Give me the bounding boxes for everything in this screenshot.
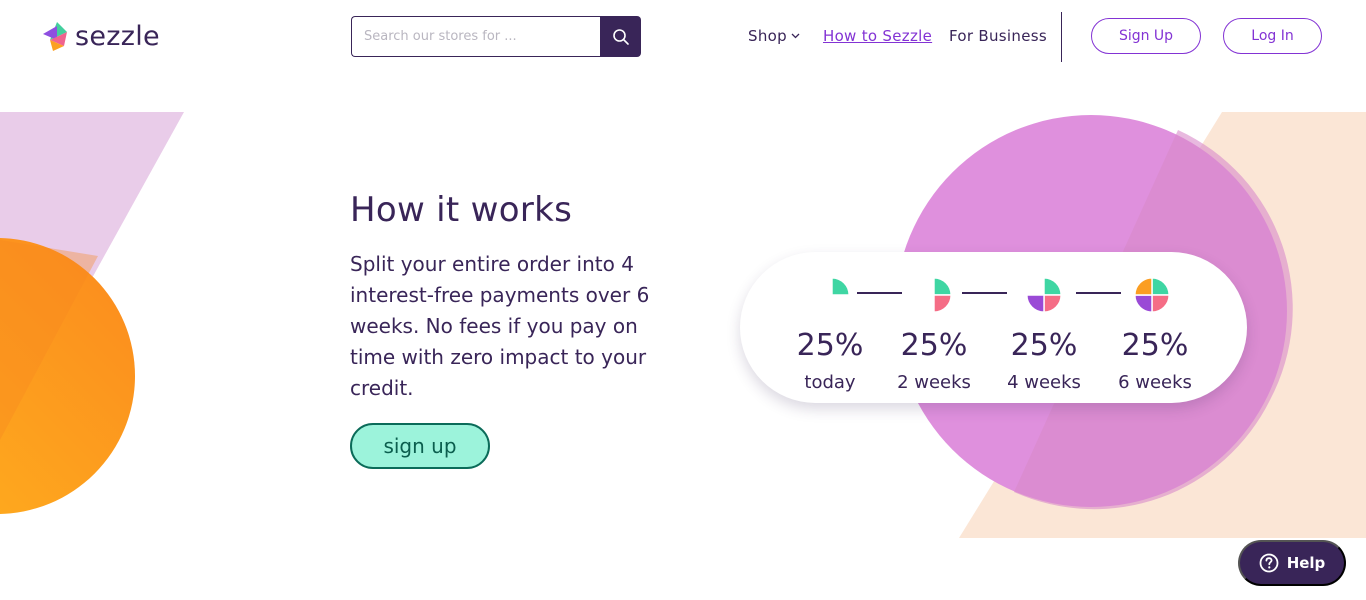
payment-pie-icon-2 [933, 277, 952, 313]
hero-sign-up-button[interactable]: sign up [350, 423, 490, 469]
schedule-connector [962, 292, 1007, 294]
payment-schedule-card: 25% 25% 25% 25% today 2 weeks 4 weeks 6 … [740, 252, 1247, 403]
search-input[interactable] [351, 16, 600, 57]
payment-pie-icon-1 [831, 277, 850, 296]
payment-percent: 25% [796, 328, 864, 363]
pie-slice-bottom-right [933, 294, 952, 313]
help-button[interactable]: Help [1238, 540, 1346, 586]
search-icon [612, 28, 629, 45]
pie-slice-bottom-left [1026, 294, 1045, 313]
nav-divider [1061, 12, 1062, 62]
help-label: Help [1286, 554, 1326, 572]
chevron-down-icon [791, 33, 800, 39]
schedule-connector [1076, 292, 1121, 294]
payment-percent: 25% [1121, 328, 1189, 363]
pie-slice-top-right [831, 277, 850, 296]
hero-title: How it works [350, 190, 573, 230]
schedule-connector [857, 292, 902, 294]
payment-percent: 25% [1010, 328, 1078, 363]
nav-shop[interactable]: Shop [748, 24, 800, 48]
question-icon [1259, 553, 1279, 573]
nav-for-business[interactable]: For Business [949, 24, 1047, 48]
logo-wordmark: sezzle [75, 21, 160, 52]
pie-slice-top-right [933, 277, 952, 296]
orange-circle-shape [0, 238, 135, 514]
sezzle-logo[interactable]: sezzle [40, 20, 160, 54]
payment-due-label: 2 weeks [897, 372, 971, 393]
pie-slice-top-right [1151, 277, 1170, 296]
payment-percent: 25% [900, 328, 968, 363]
payment-due-label: 6 weeks [1118, 372, 1192, 393]
store-search [351, 16, 641, 57]
nav-how-to-sezzle[interactable]: How to Sezzle [823, 24, 932, 48]
pie-slice-top-right [1043, 277, 1062, 296]
pie-slice-bottom-right [1043, 294, 1062, 313]
payment-due-label: today [804, 372, 856, 393]
hero-description: Split your entire order into 4 interest-… [350, 252, 650, 400]
pie-slice-top-left [1134, 277, 1153, 296]
payment-pie-icon-4 [1134, 277, 1170, 313]
log-in-button[interactable]: Log In [1223, 18, 1322, 54]
pie-slice-bottom-left [1134, 294, 1153, 313]
sezzle-logo-icon [43, 22, 67, 51]
pie-slice-bottom-right [1151, 294, 1170, 313]
payment-due-label: 4 weeks [1007, 372, 1081, 393]
orange-circle-shade [0, 240, 98, 440]
sign-up-button[interactable]: Sign Up [1091, 18, 1201, 54]
nav-shop-label: Shop [748, 27, 787, 45]
payment-pie-icon-3 [1026, 277, 1062, 313]
lavender-slab-shape [0, 112, 184, 372]
search-button[interactable] [600, 16, 641, 57]
